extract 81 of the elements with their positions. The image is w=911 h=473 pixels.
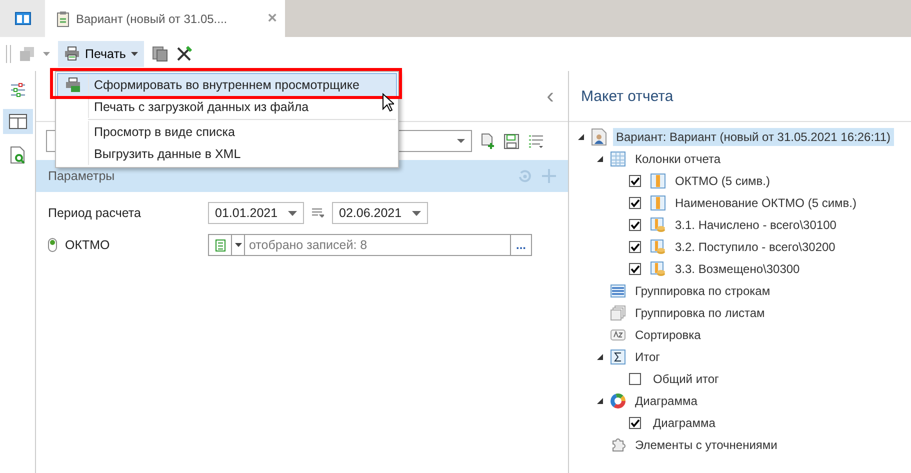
- caret-icon: [288, 210, 297, 216]
- mouse-cursor-icon: [382, 93, 394, 112]
- rows-icon: [610, 283, 626, 299]
- print-button[interactable]: Печать: [58, 40, 144, 66]
- settings-icon[interactable]: [10, 83, 26, 97]
- caret-icon: [457, 139, 465, 143]
- save-icon[interactable]: [504, 134, 519, 148]
- sum-icon: [610, 349, 626, 365]
- checkbox[interactable]: [629, 175, 641, 187]
- expand-toggle-icon[interactable]: [596, 155, 604, 163]
- date-field[interactable]: 02.06.2021: [332, 202, 428, 224]
- window-icon: [14, 12, 30, 25]
- tree-item[interactable]: Общий итог: [650, 370, 722, 388]
- expand-toggle-icon[interactable]: [596, 353, 604, 361]
- expand-toggle-icon[interactable]: [596, 397, 604, 405]
- documents-icon[interactable]: [152, 46, 168, 62]
- table-icon: [610, 151, 626, 167]
- tree-item[interactable]: Итог: [632, 348, 664, 366]
- panel-title: Макет отчета: [569, 71, 911, 122]
- menu-item[interactable]: Сформировать во внутреннем просмотрщике: [58, 74, 396, 96]
- tree-item[interactable]: Элементы с уточнениями: [632, 436, 780, 454]
- checkmark-icon: [630, 264, 640, 274]
- checkbox[interactable]: [629, 241, 641, 253]
- tree-item[interactable]: Вариант: Вариант (новый от 31.05.2021 16:26:11): [613, 128, 894, 146]
- donut-chart-icon: [610, 393, 626, 409]
- tree-item[interactable]: 3.3. Возмещено\30300: [672, 260, 803, 278]
- checkmark-icon: [630, 418, 640, 428]
- checkmark-icon: [630, 198, 640, 208]
- sheets-icon: [610, 305, 626, 321]
- field-label: Период расчета: [48, 206, 142, 220]
- caret-icon: [412, 210, 421, 216]
- printer-icon: [65, 77, 81, 93]
- tree-item[interactable]: Группировка по листам: [632, 304, 768, 322]
- expand-toggle-icon[interactable]: [577, 133, 585, 141]
- document-person-icon: [591, 128, 607, 146]
- field-label: ОКТМО: [65, 238, 110, 252]
- tab-title: Вариант (новый от 31.05....: [76, 12, 228, 26]
- checkbox[interactable]: [629, 263, 641, 275]
- printer-icon: [64, 46, 80, 61]
- toggle-icon[interactable]: [48, 238, 57, 252]
- list-icon[interactable]: [312, 208, 324, 218]
- list-settings-icon[interactable]: [528, 134, 544, 148]
- clipboard-icon: [57, 10, 69, 26]
- layout-button[interactable]: [2, 109, 32, 134]
- checkmark-icon: [630, 242, 640, 252]
- menu-item[interactable]: Выгрузить данные в XML: [58, 143, 396, 165]
- checkmark-icon: [630, 176, 640, 186]
- document-tab[interactable]: Вариант (новый от 31.05.... ×: [45, 0, 285, 37]
- layout-icon: [8, 114, 26, 129]
- tree-item[interactable]: 3.1. Начислено - всего\30100: [672, 216, 840, 234]
- new-document-icon[interactable]: [481, 133, 495, 149]
- tree-item[interactable]: 3.2. Поступило - всего\30200: [672, 238, 838, 256]
- checkbox[interactable]: [629, 373, 641, 385]
- tree-item[interactable]: Сортировка: [632, 326, 704, 344]
- collapse-button[interactable]: ‹: [546, 83, 554, 109]
- tree-item[interactable]: ОКТМО (5 симв.): [672, 172, 773, 190]
- section-title: Параметры: [48, 169, 115, 183]
- column-coins-icon: [650, 217, 666, 233]
- sort-icon: [610, 327, 626, 343]
- checkbox[interactable]: [629, 219, 641, 231]
- column-coins-icon: [650, 239, 666, 255]
- tree-item[interactable]: Наименование ОКТМО (5 симв.): [672, 194, 860, 212]
- column-coins-icon: [650, 261, 666, 277]
- menu-item[interactable]: Просмотр в виде списка: [58, 121, 396, 143]
- checkbox[interactable]: [629, 417, 641, 429]
- tools-icon[interactable]: [176, 46, 192, 62]
- column-icon: [650, 173, 666, 189]
- tree-item[interactable]: Диаграмма: [632, 392, 700, 410]
- column-icon: [650, 195, 666, 211]
- caret-icon[interactable]: [43, 52, 50, 56]
- date-field[interactable]: 01.01.2021: [208, 202, 304, 224]
- menu-item[interactable]: Печать с загрузкой данных из файла: [58, 96, 396, 118]
- puzzle-icon: [610, 437, 626, 453]
- document-search-icon[interactable]: [10, 146, 26, 164]
- tree-item[interactable]: Группировка по строкам: [632, 282, 774, 300]
- checkmark-icon: [630, 220, 640, 230]
- tree-item[interactable]: Диаграмма: [650, 414, 718, 432]
- tree-item[interactable]: Колонки отчета: [632, 150, 724, 168]
- checkbox[interactable]: [629, 197, 641, 209]
- home-tab[interactable]: [0, 0, 45, 37]
- caret-icon: [130, 52, 138, 56]
